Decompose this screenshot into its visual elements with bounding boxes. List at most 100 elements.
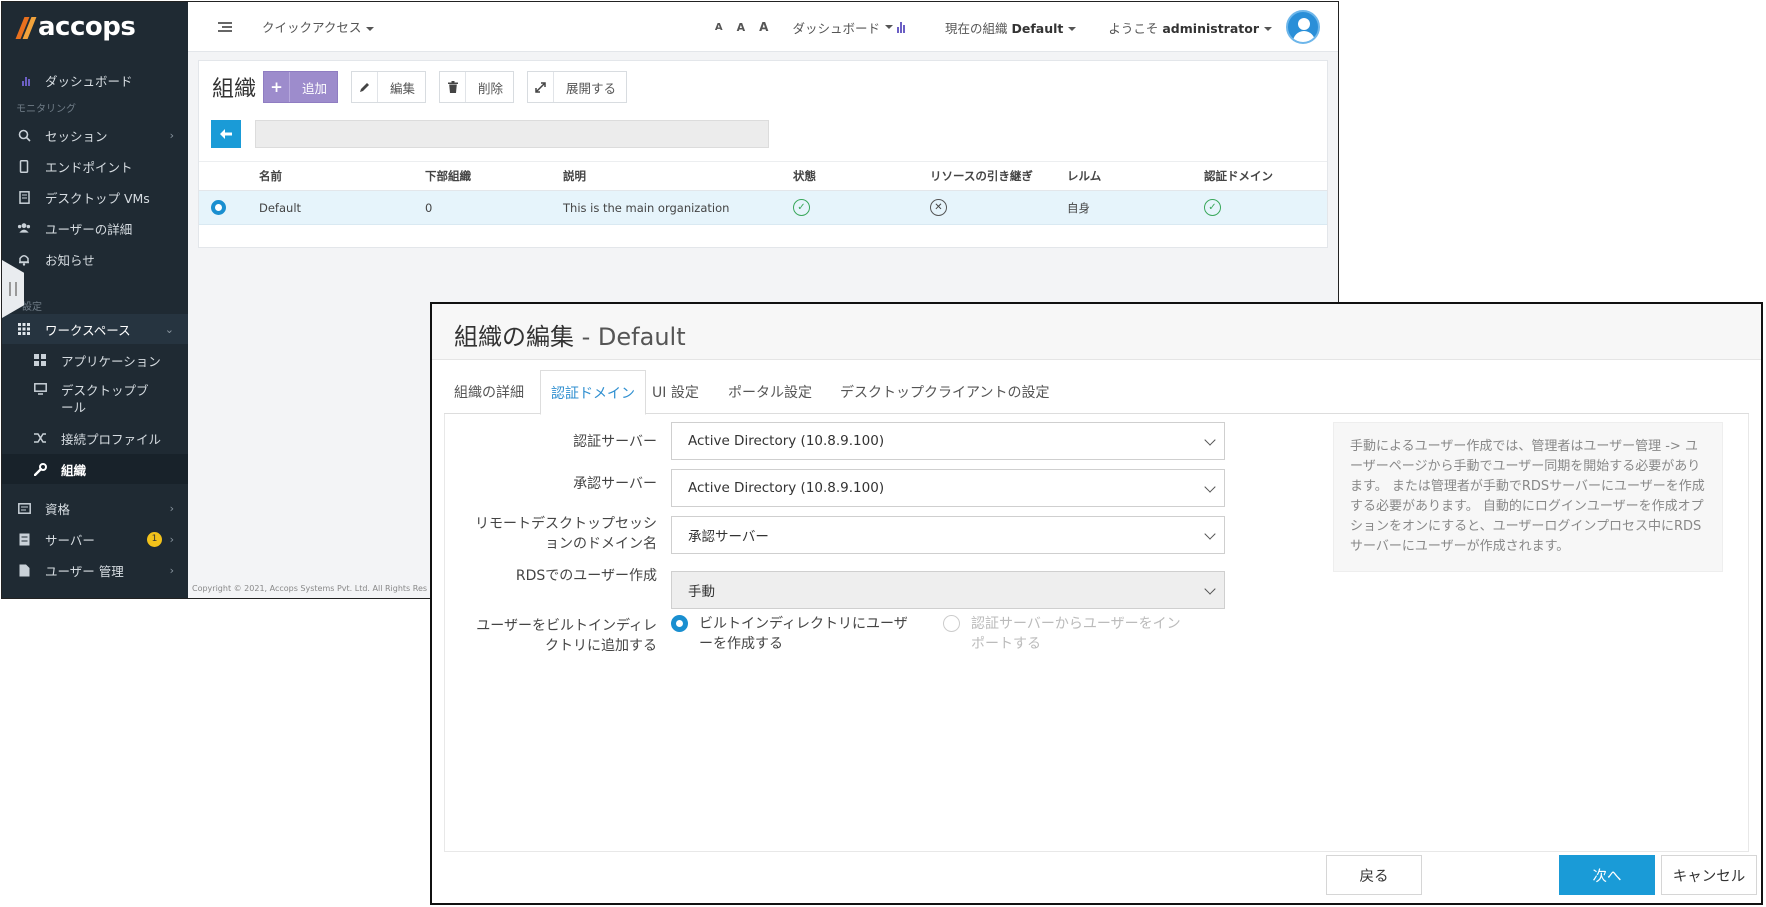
current-org-prefix: 現在の組織 xyxy=(944,20,1008,36)
rd-domain-select[interactable]: 承認サーバー xyxy=(671,516,1225,554)
dashboard-menu[interactable]: ダッシュボード xyxy=(792,18,905,37)
sidebar-item-endpoints[interactable]: エンドポイント xyxy=(2,151,188,181)
sidebar-item-label: ダッシュボード xyxy=(45,73,133,89)
back-arrow-button[interactable] xyxy=(211,120,241,148)
builtin-dir-label-line1: ユーザーをビルトインディレ xyxy=(476,618,657,634)
menu-toggle-icon[interactable] xyxy=(218,21,234,33)
caret-down-icon xyxy=(1068,27,1077,31)
builtin-dir-label-line2: クトリに追加する xyxy=(545,638,657,654)
rds-create-select[interactable]: 手動 xyxy=(671,571,1225,609)
tab-org-details[interactable]: 組織の詳細 xyxy=(444,370,534,414)
sidebar-item-dashboard[interactable]: ダッシュボード xyxy=(2,65,188,95)
chevron-down-icon xyxy=(1204,481,1216,493)
avatar[interactable] xyxy=(1286,10,1320,44)
chevron-down-icon xyxy=(1204,583,1216,595)
col-header-auth-domain[interactable]: 認証ドメイン xyxy=(1204,162,1273,190)
chevron-down-icon xyxy=(1204,528,1216,540)
bar-chart-icon xyxy=(896,21,905,33)
tab-portal-settings[interactable]: ポータル設定 xyxy=(718,370,822,414)
font-size-large-button[interactable]: A xyxy=(759,20,768,34)
search-icon xyxy=(17,128,31,142)
sidebar-item-label: ワークスペース xyxy=(45,322,131,338)
check-circle-icon: ✓ xyxy=(1204,199,1221,216)
table-row[interactable]: Default 0 This is the main organization … xyxy=(199,191,1327,225)
sidebar-item-workspace[interactable]: ワークスペース ⌄ xyxy=(2,314,188,344)
dialog-title-main: 組織の編集 xyxy=(454,323,574,351)
sidebar-item-user-management[interactable]: ユーザー 管理 › xyxy=(2,555,188,585)
radio-selected-icon xyxy=(671,615,688,632)
sidebar-item-notifications[interactable]: お知らせ xyxy=(2,244,188,274)
col-header-description[interactable]: 説明 xyxy=(563,162,586,190)
sidebar-item-applications[interactable]: アプリケーション xyxy=(2,345,188,375)
sidebar-item-organizations[interactable]: 組織 xyxy=(2,454,188,484)
dialog-title: 組織の編集 - Default xyxy=(454,317,686,352)
col-header-status[interactable]: 状態 xyxy=(793,162,816,190)
radio-create-label-line1: ビルトインディレクトリにユーザ xyxy=(699,616,908,632)
col-header-realm[interactable]: レルム xyxy=(1067,162,1101,190)
plus-icon: + xyxy=(264,72,290,102)
filter-input[interactable] xyxy=(255,120,769,148)
sidebar-item-credentials[interactable]: 資格 › xyxy=(2,493,188,523)
shuffle-icon xyxy=(33,431,47,445)
sidebar-item-label: お知らせ xyxy=(45,252,95,268)
caret-down-icon xyxy=(1264,27,1272,31)
row-select-radio[interactable] xyxy=(211,200,226,215)
auth-server-label: 認証サーバー xyxy=(573,434,657,450)
sidebar-item-user-details[interactable]: ユーザーの詳細 xyxy=(2,213,188,243)
col-header-resource-inherit[interactable]: リソースの引き継ぎ xyxy=(930,162,1033,190)
sidebar-item-connection-profiles[interactable]: 接続プロファイル xyxy=(2,423,188,453)
dialog-title-org: - Default xyxy=(581,323,686,351)
users-icon xyxy=(17,221,31,235)
sidebar-item-desktop-pool[interactable]: デスクトップブール xyxy=(2,376,188,420)
apps-icon xyxy=(33,353,47,367)
sidebar-item-desktop-vms[interactable]: デスクトップ VMs xyxy=(2,182,188,212)
chevron-right-icon: › xyxy=(169,501,174,515)
check-circle-icon: ✓ xyxy=(793,199,810,216)
next-button[interactable]: 次へ xyxy=(1559,855,1655,895)
radio-import-label: 認証サーバーからユーザーをイン ポートする xyxy=(971,614,1181,654)
chevron-right-icon: › xyxy=(169,532,174,546)
radio-import-from-auth-server[interactable]: 認証サーバーからユーザーをイン ポートする xyxy=(943,614,1181,654)
expand-arrows-icon xyxy=(528,72,554,102)
sidebar-item-label: ユーザー 管理 xyxy=(45,563,124,579)
sidebar-item-label: デスクトップ VMs xyxy=(45,190,150,206)
font-size-medium-button[interactable]: A xyxy=(737,21,746,34)
sidebar-item-label: ユーザーの詳細 xyxy=(45,221,133,237)
col-header-name[interactable]: 名前 xyxy=(259,162,282,190)
tab-desktop-client-settings[interactable]: デスクトップクライアントの設定 xyxy=(830,370,1059,414)
cancel-button[interactable]: キャンセル xyxy=(1661,855,1757,895)
current-org-menu[interactable]: 現在の組織 Default xyxy=(944,18,1077,37)
dialog-header: 組織の編集 - Default xyxy=(432,304,1761,360)
id-card-icon xyxy=(17,501,31,515)
auth-domain-tab-panel: 認証サーバー 承認サーバー リモートデスクトップセッシ ョンのドメイン名 RDS… xyxy=(444,414,1749,852)
expand-button[interactable]: 展開する xyxy=(527,71,628,103)
radio-create-in-builtin[interactable]: ビルトインディレクトリにユーザ ーを作成する xyxy=(671,614,908,654)
copyright-text: Copyright © 2021, Accops Systems Pvt. Lt… xyxy=(192,584,428,593)
chevron-right-icon: › xyxy=(169,563,174,577)
authz-server-value: Active Directory (10.8.9.100) xyxy=(688,480,885,496)
sidebar-item-label: 接続プロファイル xyxy=(61,431,162,447)
delete-button[interactable]: 削除 xyxy=(439,71,515,103)
col-header-sub-orgs[interactable]: 下部組織 xyxy=(425,162,471,190)
accops-logo[interactable]: accops xyxy=(15,12,136,42)
tab-auth-domain[interactable]: 認証ドメイン xyxy=(540,370,646,415)
add-button-label: 追加 xyxy=(302,80,328,96)
font-size-small-button[interactable]: A xyxy=(715,22,723,33)
caret-down-icon xyxy=(366,26,375,31)
quick-access-label: クイックアクセス xyxy=(262,20,362,35)
back-button[interactable]: 戻る xyxy=(1326,855,1422,895)
user-menu[interactable]: ようこそ administrator xyxy=(1108,18,1272,37)
auth-server-select[interactable]: Active Directory (10.8.9.100) xyxy=(671,422,1225,460)
edit-button[interactable]: 編集 xyxy=(351,71,427,103)
radio-unselected-icon xyxy=(943,615,960,632)
sidebar-item-servers[interactable]: サーバー 1 › xyxy=(2,524,188,554)
sidebar-item-sessions[interactable]: セッション › xyxy=(2,120,188,150)
rd-domain-label-line2: ョンのドメイン名 xyxy=(545,536,657,552)
authz-server-select[interactable]: Active Directory (10.8.9.100) xyxy=(671,469,1225,507)
tab-ui-settings[interactable]: UI 設定 xyxy=(642,370,709,414)
monitor-icon xyxy=(33,382,47,396)
x-circle-icon: ✕ xyxy=(930,199,947,216)
cell-realm: 自身 xyxy=(1067,200,1090,215)
add-button[interactable]: + 追加 xyxy=(263,71,339,103)
quick-access-menu[interactable]: クイックアクセス xyxy=(262,17,375,36)
